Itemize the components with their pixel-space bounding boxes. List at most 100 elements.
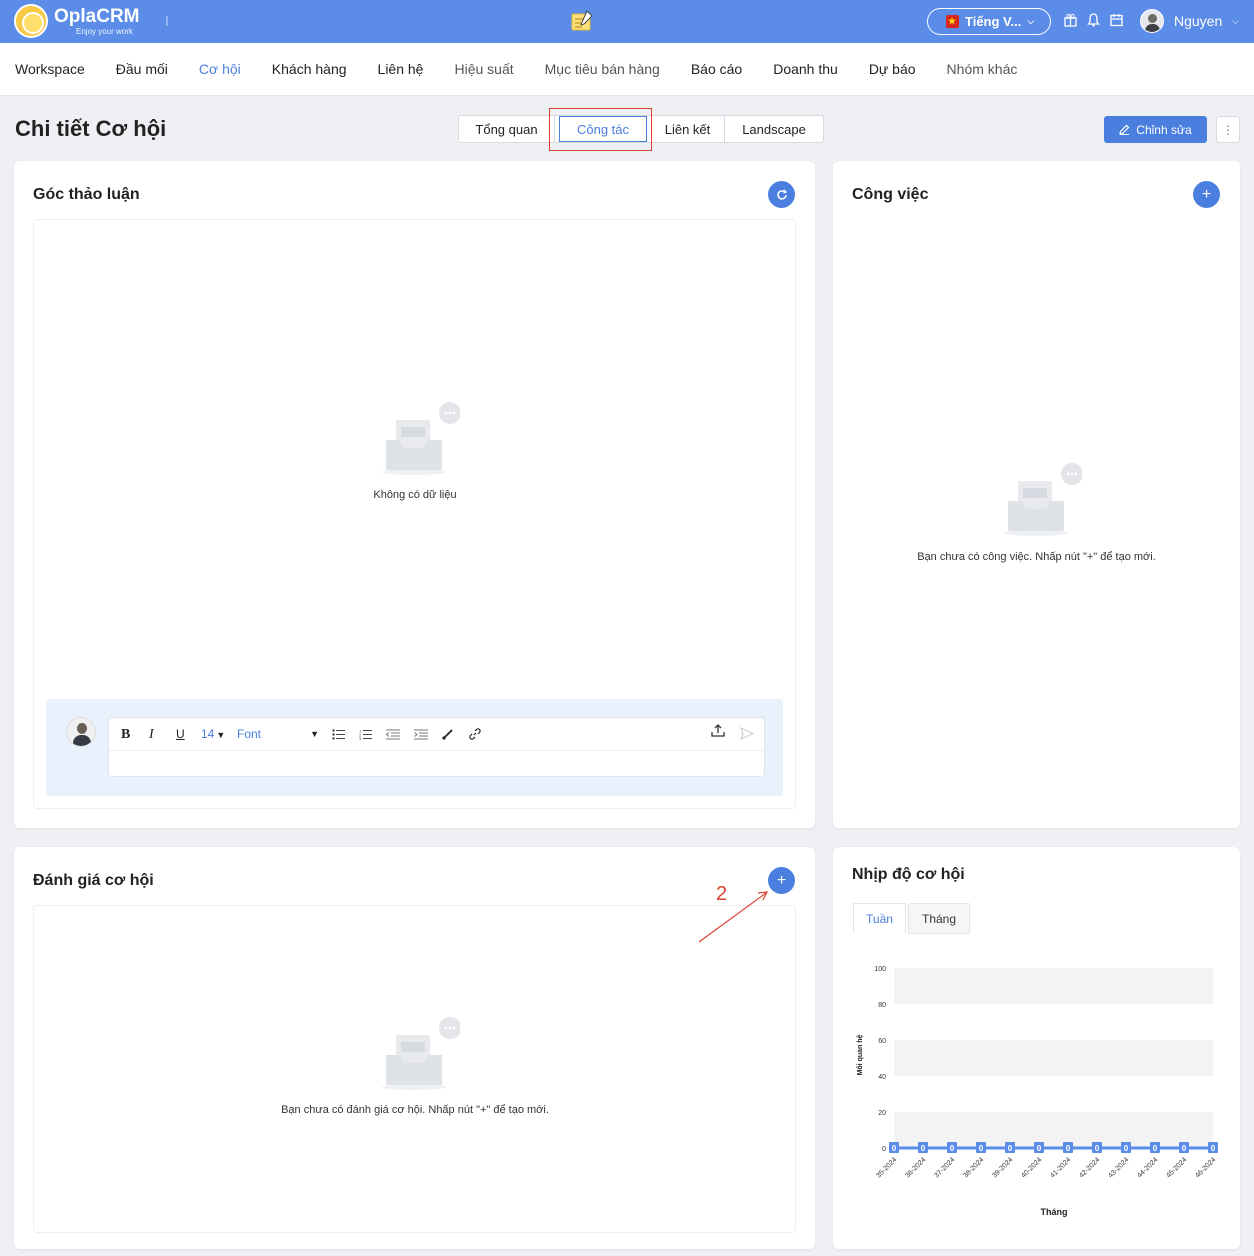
data-label: 0 (892, 1144, 897, 1153)
discussion-title: Góc thảo luận (33, 186, 140, 203)
indent-icon[interactable] (414, 729, 428, 740)
y-tick-label: 0 (882, 1146, 886, 1153)
italic-button[interactable]: I (149, 727, 154, 742)
y-tick-label: 20 (878, 1110, 886, 1117)
tasks-title: Công việc (852, 186, 929, 203)
vietnam-flag-icon (946, 15, 959, 28)
nav-item-customers[interactable]: Khách hàng (272, 61, 347, 77)
empty-inbox-icon (382, 1017, 460, 1090)
data-label: 0 (1211, 1144, 1216, 1153)
underline-button[interactable]: U (176, 727, 185, 742)
link-icon[interactable] (469, 728, 481, 740)
outdent-icon[interactable] (386, 729, 400, 740)
tab-week[interactable]: Tuần (853, 903, 906, 934)
bell-icon[interactable] (1087, 13, 1100, 27)
data-label: 0 (1066, 1144, 1071, 1153)
empty-state-text: Không có dữ liệu (373, 489, 457, 501)
language-label: Tiếng V... (965, 14, 1022, 29)
x-tick-label: 37-2024 (933, 1156, 956, 1179)
y-axis-label: Mối quan hệ (856, 1034, 864, 1075)
logo-tagline: Enjoy your work (76, 26, 133, 36)
numbered-list-icon[interactable]: 123 (359, 729, 372, 740)
x-axis-label: Tháng (1041, 1207, 1068, 1217)
brush-icon[interactable] (442, 728, 454, 740)
x-tick-label: 45-2024 (1165, 1156, 1188, 1179)
font-size-value: 14 (201, 727, 215, 741)
y-tick-label: 100 (874, 966, 886, 973)
y-tick-label: 60 (878, 1038, 886, 1045)
calendar-icon[interactable] (1110, 13, 1123, 27)
data-label: 0 (950, 1144, 955, 1153)
data-label: 0 (1037, 1144, 1042, 1153)
caret-down-icon: ▼ (310, 729, 319, 739)
pencil-icon (1119, 124, 1130, 135)
editor-toolbar: B I U 14 ▼ Font ▼ 123 (109, 718, 764, 751)
bold-button[interactable]: B (121, 727, 130, 742)
nav-item-other-groups[interactable]: Nhóm khác (947, 61, 1018, 77)
tab-landscape[interactable]: Landscape (725, 116, 823, 142)
x-tick-label: 38-2024 (962, 1156, 985, 1179)
x-tick-label: 42-2024 (1078, 1156, 1101, 1179)
data-label: 0 (1153, 1144, 1158, 1153)
plus-icon: + (776, 871, 787, 889)
chevron-down-icon: ⌵ (1027, 16, 1035, 26)
x-tick-label: 40-2024 (1020, 1156, 1043, 1179)
comment-editor[interactable]: B I U 14 ▼ Font ▼ 123 (108, 717, 765, 777)
edit-button[interactable]: Chỉnh sửa (1104, 116, 1207, 143)
add-task-button[interactable]: + (1193, 181, 1220, 208)
gift-icon[interactable] (1064, 13, 1077, 27)
y-tick-label: 40 (878, 1074, 886, 1081)
tempo-chart: Mối quan hệ Tháng 020406080100035-202403… (856, 966, 1218, 1217)
send-icon[interactable] (740, 727, 754, 740)
nav-item-opportunities[interactable]: Cơ hội (199, 61, 241, 77)
empty-inbox-icon (1004, 463, 1082, 536)
more-options-button[interactable]: ⋮ (1216, 116, 1240, 143)
font-family-select[interactable]: Font ▼ (233, 724, 323, 744)
annotation-arrow (698, 891, 769, 943)
chevron-down-icon: ⌵ (1232, 15, 1240, 26)
main-nav: Workspace Đầu mối Cơ hội Khách hàng Liên… (0, 43, 1254, 96)
data-label: 0 (1008, 1144, 1013, 1153)
caret-down-icon: ▼ (216, 730, 226, 740)
nav-item-contacts[interactable]: Liên hệ (378, 61, 424, 77)
upload-icon[interactable] (711, 724, 725, 738)
empty-state-text: Bạn chưa có công việc. Nhấp nút "+" để t… (917, 551, 1156, 563)
x-tick-label: 43-2024 (1107, 1156, 1130, 1179)
top-bar: OplaCRM Enjoy your work Tiếng V... ⌵ Ngu… (0, 0, 1254, 43)
empty-state-text: Bạn chưa có đánh giá cơ hội. Nhấp nút "+… (281, 1104, 549, 1116)
nav-item-reports[interactable]: Báo cáo (691, 61, 742, 77)
refresh-icon (776, 189, 787, 200)
nav-item-revenue[interactable]: Doanh thu (773, 61, 838, 77)
font-size-select[interactable]: 14 ▼ (201, 727, 225, 743)
divider (166, 16, 168, 26)
annotation-highlight-box (549, 108, 652, 151)
nav-item-sales-targets[interactable]: Mục tiêu bán hàng (545, 61, 660, 77)
refresh-button[interactable] (768, 181, 795, 208)
data-label: 0 (921, 1144, 926, 1153)
tab-overview[interactable]: Tổng quan (459, 116, 555, 142)
grid-band (894, 968, 1213, 1004)
app-logo[interactable]: OplaCRM Enjoy your work (14, 4, 140, 38)
user-name: Nguyen (1174, 13, 1223, 29)
sticky-note-icon[interactable] (570, 10, 594, 32)
nav-item-performance[interactable]: Hiệu suất (454, 61, 513, 77)
empty-inbox-icon (382, 402, 460, 475)
add-assessment-button[interactable]: + (768, 867, 795, 894)
x-tick-label: 46-2024 (1194, 1156, 1217, 1179)
plus-icon: + (1201, 185, 1212, 203)
y-tick-label: 80 (878, 1002, 886, 1009)
grid-band (894, 1040, 1213, 1076)
language-selector[interactable]: Tiếng V... ⌵ (927, 8, 1051, 35)
nav-item-forecast[interactable]: Dự báo (869, 61, 916, 77)
svg-text:3: 3 (359, 736, 362, 740)
user-menu[interactable]: Nguyen ⌵ (1140, 9, 1239, 33)
data-label: 0 (1182, 1144, 1187, 1153)
nav-item-leads[interactable]: Đầu mối (116, 61, 168, 77)
tab-month[interactable]: Tháng (908, 903, 970, 934)
grid-band (894, 1112, 1213, 1148)
page-title: Chi tiết Cơ hội (15, 116, 167, 141)
assessment-title: Đánh giá cơ hội (33, 872, 154, 889)
tab-links[interactable]: Liên kết (651, 116, 725, 142)
bullet-list-icon[interactable] (332, 729, 345, 740)
nav-item-workspace[interactable]: Workspace (15, 61, 85, 77)
